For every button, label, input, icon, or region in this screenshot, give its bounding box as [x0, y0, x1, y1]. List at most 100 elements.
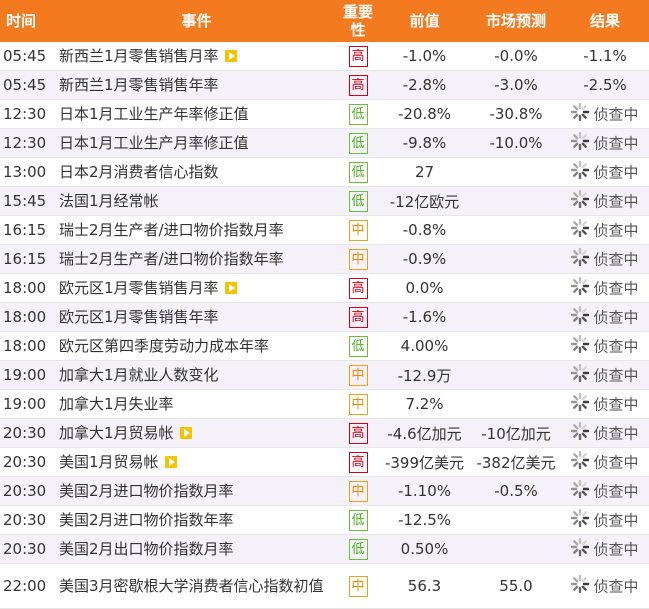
- row-event[interactable]: 美国3月密歇根大学消费者信心指数初值: [55, 563, 338, 609]
- row-event[interactable]: 日本1月工业生产年率修正值: [55, 99, 338, 129]
- table-row[interactable]: 05:45 新西兰1月零售销售年率 高 -2.8% -3.0% -2.5%: [0, 70, 649, 100]
- row-event[interactable]: 新西兰1月零售销售月率: [55, 42, 338, 71]
- row-result: 侦查中: [561, 302, 649, 332]
- row-time: 16:15: [0, 215, 55, 245]
- loading-spinner-icon: [571, 276, 590, 299]
- table-row[interactable]: 19:00 加拿大1月就业人数变化 中 -12.9万 侦查中: [0, 360, 649, 390]
- row-importance: 高: [338, 273, 378, 303]
- table-row[interactable]: 18:00 欧元区第四季度劳动力成本年率 低 4.00% 侦查中: [0, 331, 649, 361]
- video-play-icon[interactable]: [224, 50, 237, 62]
- header-time[interactable]: 时间: [0, 0, 55, 42]
- table-row[interactable]: 13:00 日本2月消费者信心指数 低 27 侦查中: [0, 157, 649, 187]
- row-event[interactable]: 加拿大1月失业率: [55, 389, 338, 419]
- row-event[interactable]: 欧元区第四季度劳动力成本年率: [55, 331, 338, 361]
- row-event[interactable]: 日本1月工业生产月率修正值: [55, 128, 338, 158]
- table-row[interactable]: 16:15 瑞士2月生产者/进口物价指数月率 中 -0.8% 侦查中: [0, 215, 649, 245]
- row-event[interactable]: 瑞士2月生产者/进口物价指数月率: [55, 215, 338, 245]
- row-event[interactable]: 法国1月经常帐: [55, 186, 338, 216]
- row-forecast: -3.0%: [471, 70, 561, 100]
- row-event[interactable]: 美国2月进口物价指数年率: [55, 505, 338, 535]
- row-event[interactable]: 日本2月消费者信心指数: [55, 157, 338, 187]
- event-name[interactable]: 新西兰1月零售销售年率: [59, 76, 219, 95]
- row-event[interactable]: 新西兰1月零售销售年率: [55, 70, 338, 100]
- event-name[interactable]: 日本1月工业生产年率修正值: [59, 105, 249, 124]
- row-forecast: -10.0%: [471, 128, 561, 158]
- importance-badge: 低: [348, 538, 368, 560]
- event-name[interactable]: 瑞士2月生产者/进口物价指数年率: [59, 250, 284, 269]
- video-play-icon[interactable]: [224, 282, 237, 294]
- event-name[interactable]: 美国2月进口物价指数月率: [59, 482, 234, 501]
- row-time: 19:00: [0, 389, 55, 419]
- row-previous: 56.3: [378, 563, 471, 609]
- row-event[interactable]: 瑞士2月生产者/进口物价指数年率: [55, 244, 338, 274]
- row-previous: 0.0%: [378, 273, 471, 303]
- table-row[interactable]: 20:30 美国1月贸易帐 高 -399亿美元 -382亿美元 侦查中: [0, 447, 649, 477]
- event-name[interactable]: 欧元区1月零售销售月率: [59, 279, 219, 298]
- table-row[interactable]: 19:00 加拿大1月失业率 中 7.2% 侦查中: [0, 389, 649, 419]
- row-event[interactable]: 欧元区1月零售销售月率: [55, 273, 338, 303]
- row-event[interactable]: 加拿大1月就业人数变化: [55, 360, 338, 390]
- row-previous: 4.00%: [378, 331, 471, 361]
- table-row[interactable]: 22:00 美国3月密歇根大学消费者信心指数初值 中 56.3 55.0 侦查中: [0, 563, 649, 609]
- loading-spinner-icon: [571, 189, 590, 212]
- row-event[interactable]: 美国2月出口物价指数月率: [55, 534, 338, 564]
- row-importance: 高: [338, 418, 378, 448]
- event-name[interactable]: 欧元区第四季度劳动力成本年率: [59, 337, 269, 356]
- event-name[interactable]: 日本1月工业生产月率修正值: [59, 134, 249, 153]
- result-value: 侦查中: [593, 308, 639, 327]
- header-result[interactable]: 结果: [561, 0, 649, 42]
- loading-spinner-icon: [571, 334, 590, 357]
- header-forecast[interactable]: 市场预测: [471, 0, 561, 42]
- row-importance: 高: [338, 70, 378, 100]
- video-play-icon[interactable]: [164, 456, 177, 468]
- result-value: 侦查中: [593, 134, 639, 153]
- table-row[interactable]: 15:45 法国1月经常帐 低 -12亿欧元 侦查中: [0, 186, 649, 216]
- event-name[interactable]: 加拿大1月贸易帐: [59, 424, 174, 443]
- row-event[interactable]: 加拿大1月贸易帐: [55, 418, 338, 448]
- table-row[interactable]: 12:30 日本1月工业生产月率修正值 低 -9.8% -10.0% 侦查中: [0, 128, 649, 158]
- table-row[interactable]: 20:30 美国2月出口物价指数月率 低 0.50% 侦查中: [0, 534, 649, 564]
- row-time: 20:30: [0, 505, 55, 535]
- event-name[interactable]: 瑞士2月生产者/进口物价指数月率: [59, 221, 284, 240]
- header-event[interactable]: 事件: [55, 0, 338, 42]
- event-name[interactable]: 美国3月密歇根大学消费者信心指数初值: [59, 577, 324, 596]
- table-row[interactable]: 16:15 瑞士2月生产者/进口物价指数年率 中 -0.9% 侦查中: [0, 244, 649, 274]
- event-name[interactable]: 美国2月出口物价指数月率: [59, 540, 234, 559]
- result-value: 侦查中: [593, 279, 639, 298]
- row-result: 侦查中: [561, 157, 649, 187]
- table-header-row: 时间 事件 重要性 前值 市场预测 结果: [0, 0, 649, 42]
- table-row[interactable]: 18:00 欧元区1月零售销售月率 高 0.0% 侦查中: [0, 273, 649, 303]
- event-name[interactable]: 美国1月贸易帐: [59, 453, 159, 472]
- row-event[interactable]: 美国2月进口物价指数月率: [55, 476, 338, 506]
- event-name[interactable]: 美国2月进口物价指数年率: [59, 511, 234, 530]
- row-importance: 中: [338, 476, 378, 506]
- row-event[interactable]: 欧元区1月零售销售年率: [55, 302, 338, 332]
- row-forecast: -30.8%: [471, 99, 561, 129]
- row-importance: 高: [338, 302, 378, 332]
- row-time: 22:00: [0, 563, 55, 609]
- row-event[interactable]: 美国1月贸易帐: [55, 447, 338, 477]
- header-importance[interactable]: 重要性: [338, 0, 378, 42]
- table-row[interactable]: 12:30 日本1月工业生产年率修正值 低 -20.8% -30.8% 侦查中: [0, 99, 649, 129]
- event-name[interactable]: 日本2月消费者信心指数: [59, 163, 219, 182]
- table-row[interactable]: 18:00 欧元区1月零售销售年率 高 -1.6% 侦查中: [0, 302, 649, 332]
- importance-badge: 高: [348, 277, 368, 299]
- event-name[interactable]: 加拿大1月失业率: [59, 395, 174, 414]
- event-name[interactable]: 欧元区1月零售销售年率: [59, 308, 219, 327]
- importance-badge: 中: [348, 480, 368, 502]
- row-forecast: [471, 534, 561, 564]
- row-time: 19:00: [0, 360, 55, 390]
- table-row[interactable]: 05:45 新西兰1月零售销售月率 高 -1.0% -0.0% -1.1%: [0, 42, 649, 71]
- table-row[interactable]: 20:30 美国2月进口物价指数月率 中 -1.10% -0.5% 侦查中: [0, 476, 649, 506]
- header-previous[interactable]: 前值: [378, 0, 471, 42]
- row-time: 18:00: [0, 273, 55, 303]
- row-result: 侦查中: [561, 447, 649, 477]
- event-name[interactable]: 法国1月经常帐: [59, 192, 159, 211]
- result-value: -2.5%: [583, 76, 627, 94]
- row-previous: -12亿欧元: [378, 186, 471, 216]
- event-name[interactable]: 加拿大1月就业人数变化: [59, 366, 219, 385]
- video-play-icon[interactable]: [179, 427, 192, 439]
- table-row[interactable]: 20:30 美国2月进口物价指数年率 低 -12.5% 侦查中: [0, 505, 649, 535]
- event-name[interactable]: 新西兰1月零售销售月率: [59, 47, 219, 66]
- table-row[interactable]: 20:30 加拿大1月贸易帐 高 -4.6亿加元 -10亿加元 侦查中: [0, 418, 649, 448]
